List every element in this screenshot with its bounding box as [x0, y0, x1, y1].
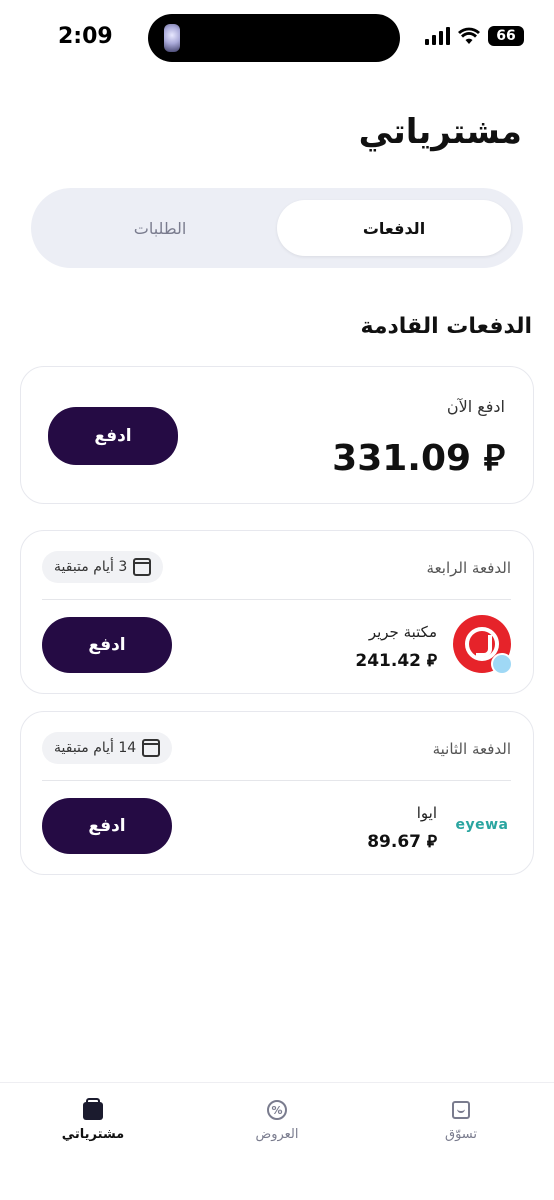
days-left-badge: 14 أيام متبقية: [42, 732, 173, 764]
status-bar: 2:09 66: [0, 0, 554, 80]
nav-item-my-purchases[interactable]: مشترياتي: [33, 1098, 153, 1142]
days-left-text: 14 أيام متبقية: [54, 740, 137, 756]
bag-icon: [82, 1098, 104, 1121]
offer-icon: %: [266, 1099, 288, 1121]
home-icon: [450, 1099, 472, 1121]
section-title: الدفعات القادمة: [360, 314, 532, 339]
divider: [42, 599, 511, 600]
installment-label: الدفعة الرابعة: [426, 559, 511, 577]
installment-amount: 241.42 ⃁: [355, 651, 437, 671]
nav-item-offers[interactable]: % العروض: [217, 1099, 337, 1142]
tab-orders[interactable]: الطلبات: [43, 200, 277, 256]
installment-label: الدفعة الثانية: [432, 740, 511, 758]
eyewa-logo: eyewa: [455, 817, 509, 833]
divider: [42, 780, 511, 781]
pay-now-label: ادفع الآن: [446, 397, 505, 416]
nav-label: العروض: [255, 1127, 299, 1142]
pay-now-amount: 331.09 ⃁: [332, 438, 505, 479]
installment-card: الدفعة الرابعة 3 أيام متبقية مكتبة جرير …: [20, 530, 534, 694]
pay-installment-button[interactable]: ادفع: [42, 617, 172, 673]
pay-installment-button[interactable]: ادفع: [42, 798, 172, 854]
page-title: مشترياتي: [358, 112, 522, 152]
nav-label: مشترياتي: [61, 1127, 125, 1142]
pay-now-button[interactable]: ادفع: [48, 407, 178, 465]
wifi-icon: [458, 27, 480, 44]
days-left-badge: 3 أيام متبقية: [42, 551, 164, 583]
signal-icon: [425, 27, 450, 45]
pay-now-card: ادفع الآن 331.09 ⃁ ادفع: [20, 366, 534, 504]
status-icons: 66: [425, 26, 524, 46]
calendar-icon: [142, 739, 161, 757]
jarir-logo: [453, 615, 513, 675]
battery-icon: 66: [488, 26, 524, 46]
days-left-text: 3 أيام متبقية: [54, 559, 128, 575]
badge-icon: [491, 653, 513, 675]
tab-payments[interactable]: الدفعات: [277, 200, 511, 256]
nav-item-shop[interactable]: تسوّق: [401, 1099, 521, 1142]
dynamic-island: [148, 14, 400, 62]
status-time: 2:09: [58, 24, 113, 49]
flashlight-icon: [164, 24, 180, 52]
bottom-nav: مشترياتي % العروض تسوّق: [0, 1082, 554, 1200]
installment-amount: 89.67 ⃁: [367, 832, 437, 852]
calendar-icon: [133, 558, 152, 576]
nav-label: تسوّق: [444, 1127, 478, 1142]
installment-card: الدفعة الثانية 14 أيام متبقية eyewa ايوا…: [20, 711, 534, 875]
tabs-segmented-control: الطلبات الدفعات: [31, 188, 523, 268]
merchant-name: مكتبة جرير: [368, 623, 437, 641]
merchant-name: ايوا: [416, 804, 437, 822]
